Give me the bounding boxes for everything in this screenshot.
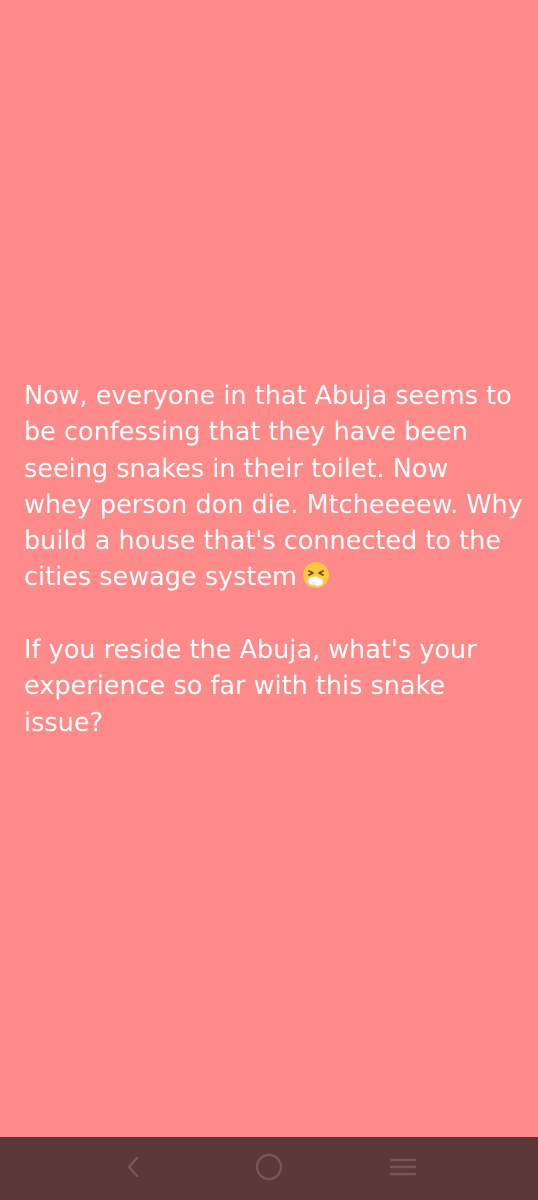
system-navigation-bar (0, 1137, 538, 1200)
status-paragraph-2: If you reside the Abuja, what's your exp… (24, 635, 477, 738)
sneezing-face-icon (301, 560, 331, 590)
menu-lines-icon (389, 1155, 417, 1183)
chevron-left-icon (124, 1155, 144, 1183)
status-canvas: Now, everyone in that Abuja seems to be … (0, 0, 538, 1137)
status-paragraph-1: Now, everyone in that Abuja seems to be … (24, 378, 524, 596)
recents-button[interactable] (363, 1137, 443, 1200)
home-button[interactable] (229, 1137, 309, 1200)
circle-home-icon (254, 1152, 284, 1186)
status-paragraph-1-text: Now, everyone in that Abuja seems to be … (24, 381, 523, 593)
back-button[interactable] (94, 1137, 174, 1200)
status-text: Now, everyone in that Abuja seems to be … (24, 378, 524, 741)
